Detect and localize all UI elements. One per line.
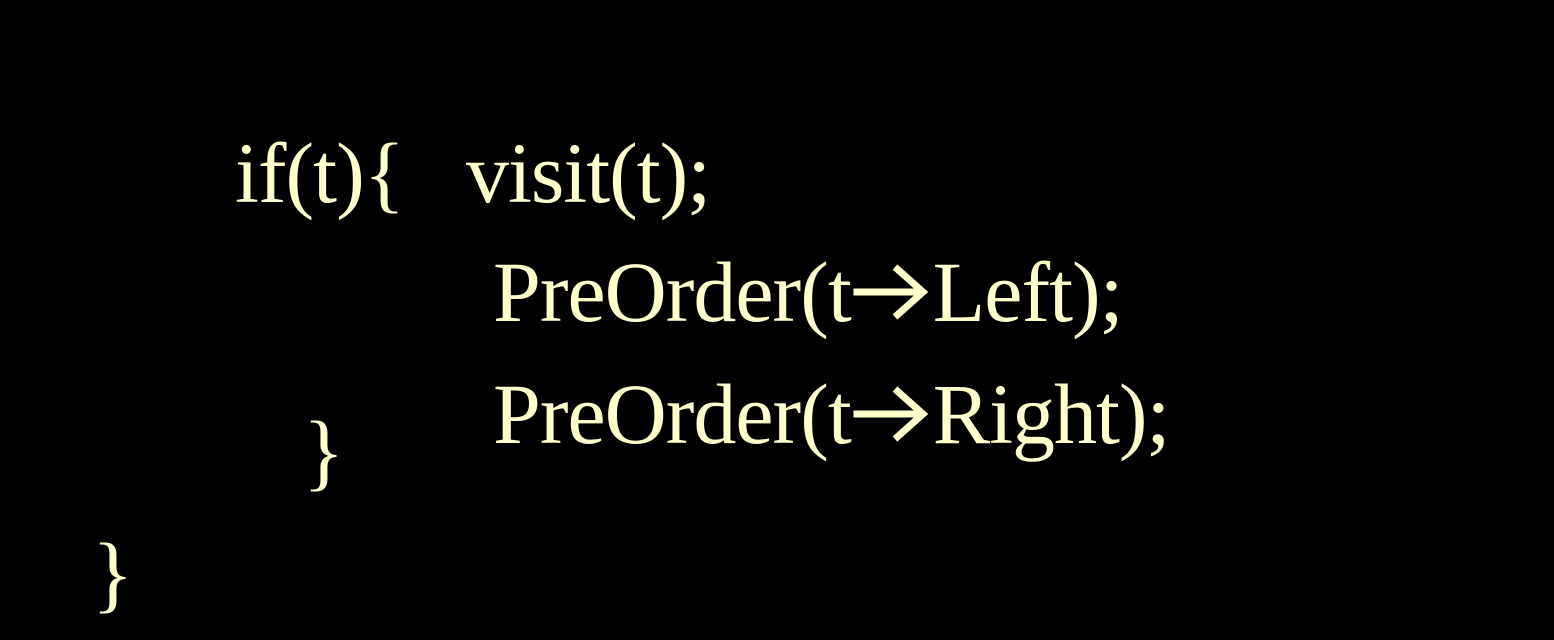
preorder-right-line: PreOrder(t Right);: [411, 285, 1171, 543]
code-slide: if(t){visit(t); PreOrder(t Left); PreOrd…: [0, 0, 1554, 640]
preorder-right-suffix: Right);: [932, 366, 1171, 462]
outer-close-brace: }: [92, 525, 133, 621]
inner-close-brace: }: [303, 403, 344, 499]
right-arrow-icon: [853, 386, 928, 442]
if-keyword: if(t){: [235, 125, 405, 221]
preorder-right-prefix: PreOrder(t: [493, 366, 852, 462]
